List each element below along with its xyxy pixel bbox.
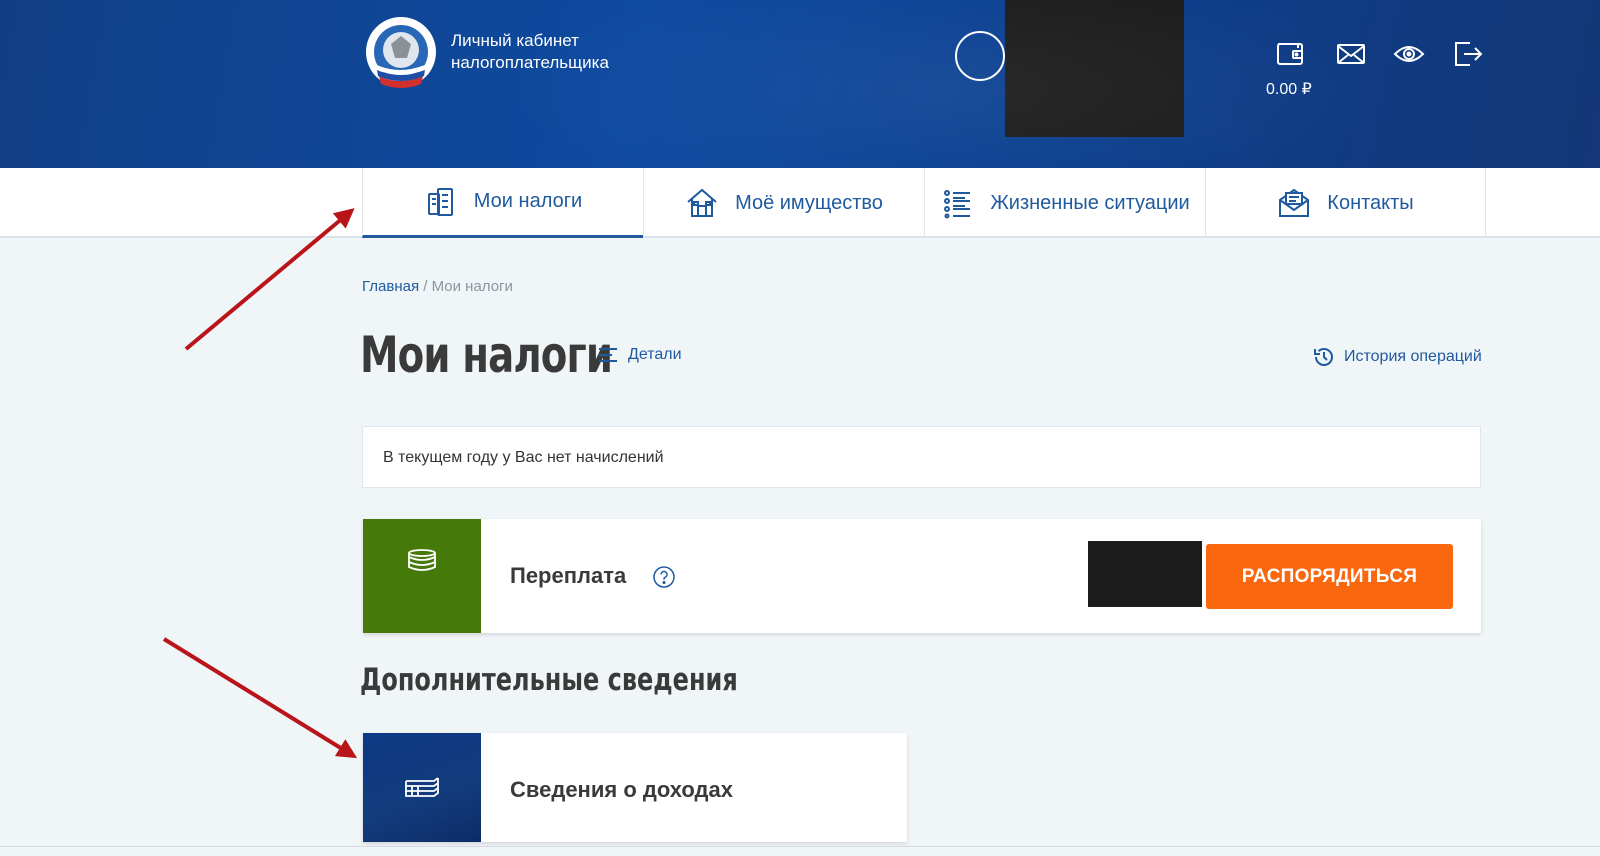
tax-documents-icon — [427, 187, 453, 216]
tab-life-situations[interactable]: Жизненные ситуации — [924, 168, 1205, 238]
additional-info-title: Дополнительные сведения — [360, 662, 738, 698]
history-label: История операций — [1344, 348, 1482, 365]
brand-line-2: налогоплательщика — [451, 53, 609, 72]
tab-label: Моё имущество — [735, 191, 883, 214]
fns-emblem-logo[interactable] — [365, 16, 437, 90]
details-link[interactable]: Детали — [598, 346, 682, 364]
redacted-user-block — [1005, 0, 1184, 137]
money-stack-icon — [405, 776, 439, 797]
help-icon[interactable] — [653, 566, 675, 588]
history-icon — [1314, 348, 1333, 366]
coins-icon — [408, 549, 436, 571]
no-charges-notice: В текущем году у Вас нет начислений — [362, 426, 1481, 488]
arrow-to-income-card — [162, 637, 358, 759]
tab-my-taxes[interactable]: Мои налоги — [362, 168, 643, 238]
details-label: Детали — [628, 346, 682, 363]
contacts-icon — [1279, 188, 1310, 217]
bottom-divider — [0, 846, 1600, 847]
tab-my-property[interactable]: Моё имущество — [643, 168, 924, 238]
main-nav: Мои налоги Моё имущество Жизненные ситуа… — [0, 168, 1600, 238]
tab-label: Мои налоги — [473, 190, 583, 212]
redacted-amount — [1088, 541, 1202, 607]
breadcrumb: Главная / Мои налоги — [362, 278, 513, 295]
overpayment-icon-box — [363, 519, 481, 633]
brand-title[interactable]: Личный кабинет налогоплательщика — [451, 30, 609, 74]
avatar[interactable] — [955, 31, 1005, 81]
overpayment-card: Переплата РАСПОРЯДИТЬСЯ — [363, 519, 1481, 633]
income-card-title: Сведения о доходах — [510, 777, 733, 802]
overpayment-title: Переплата — [510, 563, 627, 588]
balance-amount[interactable]: 0.00 ₽ — [1266, 79, 1312, 99]
site-header: Личный кабинет налогоплательщика 0.00 ₽ — [0, 0, 1600, 168]
eye-icon[interactable] — [1392, 37, 1426, 71]
income-info-card[interactable]: Сведения о доходах — [363, 733, 907, 842]
exit-icon[interactable] — [1450, 37, 1484, 71]
breadcrumb-current: Мои налоги — [431, 278, 513, 295]
list-icon — [944, 190, 971, 219]
menu-lines-icon — [599, 348, 617, 362]
breadcrumb-home-link[interactable]: Главная — [362, 278, 419, 295]
manage-overpayment-button[interactable]: РАСПОРЯДИТЬСЯ — [1206, 544, 1453, 609]
mail-icon[interactable] — [1334, 37, 1368, 71]
income-icon-box — [363, 733, 481, 842]
tab-label: Жизненные ситуации — [990, 191, 1190, 214]
tab-label: Контакты — [1327, 191, 1414, 214]
property-icon — [687, 188, 717, 217]
history-link[interactable]: История операций — [1313, 346, 1482, 368]
page-title: Мои налоги — [360, 326, 613, 384]
brand-line-1: Личный кабинет — [451, 31, 579, 50]
wallet-icon[interactable] — [1273, 36, 1307, 70]
breadcrumb-separator: / — [419, 278, 432, 295]
tab-contacts[interactable]: Контакты — [1205, 168, 1486, 238]
